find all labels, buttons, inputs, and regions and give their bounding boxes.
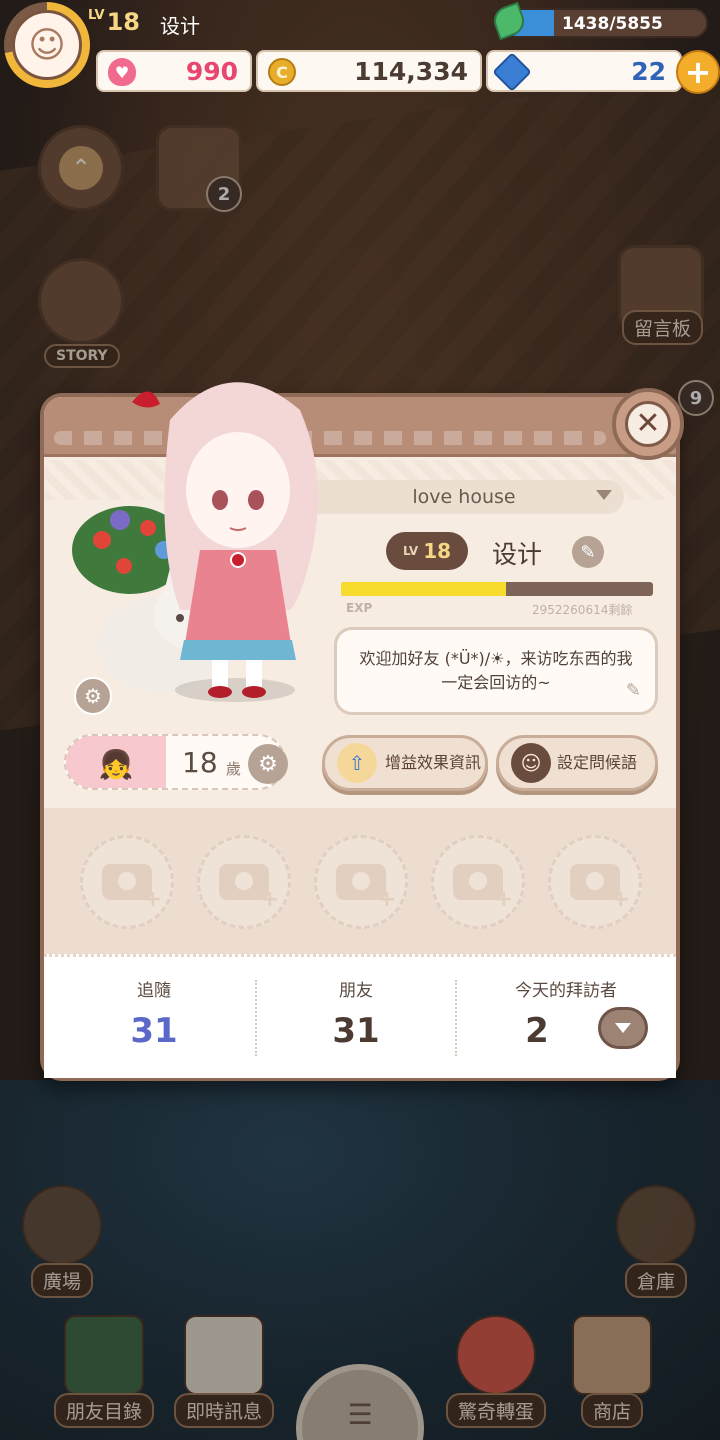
exp-bar [341,582,653,596]
set-greeting-label: 設定問候語 [557,753,638,773]
close-icon: ✕ [625,401,671,447]
plus-icon: + [684,53,712,91]
hearts-value: 990 [185,56,238,86]
gear-icon: ⚙ [258,751,278,777]
player-name: 设计 [160,14,200,38]
level-number: 18 [423,539,452,563]
chevron-down-icon [615,1023,631,1033]
camera-icon [453,864,513,912]
exp-remaining: 2952260614剩餘 [532,603,633,617]
camera-icon [570,864,630,912]
camera-icon [336,864,396,912]
age-settings-button[interactable]: ⚙ [248,744,288,784]
add-photo-slot[interactable] [80,835,174,929]
set-greeting-button[interactable]: ☺ 設定問候語 [496,735,658,791]
followers-value: 31 [130,1011,178,1051]
player-level: LV18 [88,8,140,36]
profile-name: 设计 [492,540,543,569]
age-value: 18 [182,746,218,779]
camera-icon [102,864,162,912]
add-photo-slot[interactable] [548,835,642,929]
coins-counter: C 114,334 [256,50,482,92]
add-photo-slot[interactable] [197,835,291,929]
exp-bar-fill [341,582,507,596]
close-button[interactable]: ✕ [612,388,684,460]
chevron-down-icon [596,490,612,500]
friends-label: 朋友 [339,981,373,1001]
wave-face-icon: ☺ [511,743,551,783]
pencil-icon: ✎ [580,541,596,563]
visitors-dropdown-button[interactable] [598,1007,648,1049]
level-number: 18 [106,8,140,36]
add-photo-slot[interactable] [431,835,525,929]
exp-label: EXP [346,601,373,615]
edit-name-button[interactable]: ✎ [572,536,604,568]
divider [455,980,457,1056]
player-avatar[interactable]: ☺ [4,2,90,88]
followers-stat[interactable]: 追隨 31 [54,976,254,1051]
character-avatar [72,382,318,702]
friends-stat[interactable]: 朋友 31 [256,976,456,1051]
energy-text: 1438/5855 [562,14,663,34]
coin-icon: C [268,58,296,86]
avatar-settings-button[interactable]: ⚙ [74,677,112,715]
gear-icon: ⚙ [84,684,102,708]
camera-icon [219,864,279,912]
energy-bar: 1438/5855 [502,8,708,38]
gems-value: 22 [631,56,666,86]
pencil-icon: ✎ [625,680,641,701]
buff-info-button[interactable]: ⇧ 增益效果資訊 [322,735,488,791]
buff-info-label: 增益效果資訊 [384,753,481,773]
gem-icon [492,52,532,92]
friends-value: 31 [332,1011,380,1051]
avatar-face-icon: ☺ [12,10,82,80]
house-name: love house [412,486,516,508]
followers-label: 追隨 [137,981,171,1001]
hearts-counter: ♥ 990 [96,50,252,92]
buff-icon: ⇧ [337,743,377,783]
add-gems-button[interactable]: + [676,50,720,94]
heart-icon: ♥ [108,58,136,86]
age-unit: 歲 [226,760,242,778]
visitors-value: 2 [525,1011,549,1051]
greeting-bubble[interactable]: 欢迎加好友 (*Ü*)/☀，来访吃东西的我一定会回访的~ ✎ [334,627,658,715]
coins-value: 114,334 [354,56,468,86]
girl-avatar-icon: 👧 [66,736,166,788]
visitors-label: 今天的拜訪者 [515,981,617,1001]
add-photo-slot[interactable] [314,835,408,929]
profile-level-pill: LV 18 [386,532,468,570]
greeting-text: 欢迎加好友 (*Ü*)/☀，来访吃东西的我一定会回访的~ [359,649,633,692]
house-name-select[interactable]: love house [304,480,624,514]
level-tag: LV [88,8,105,23]
gems-counter: 22 [486,50,682,92]
level-tag: LV [402,544,419,558]
